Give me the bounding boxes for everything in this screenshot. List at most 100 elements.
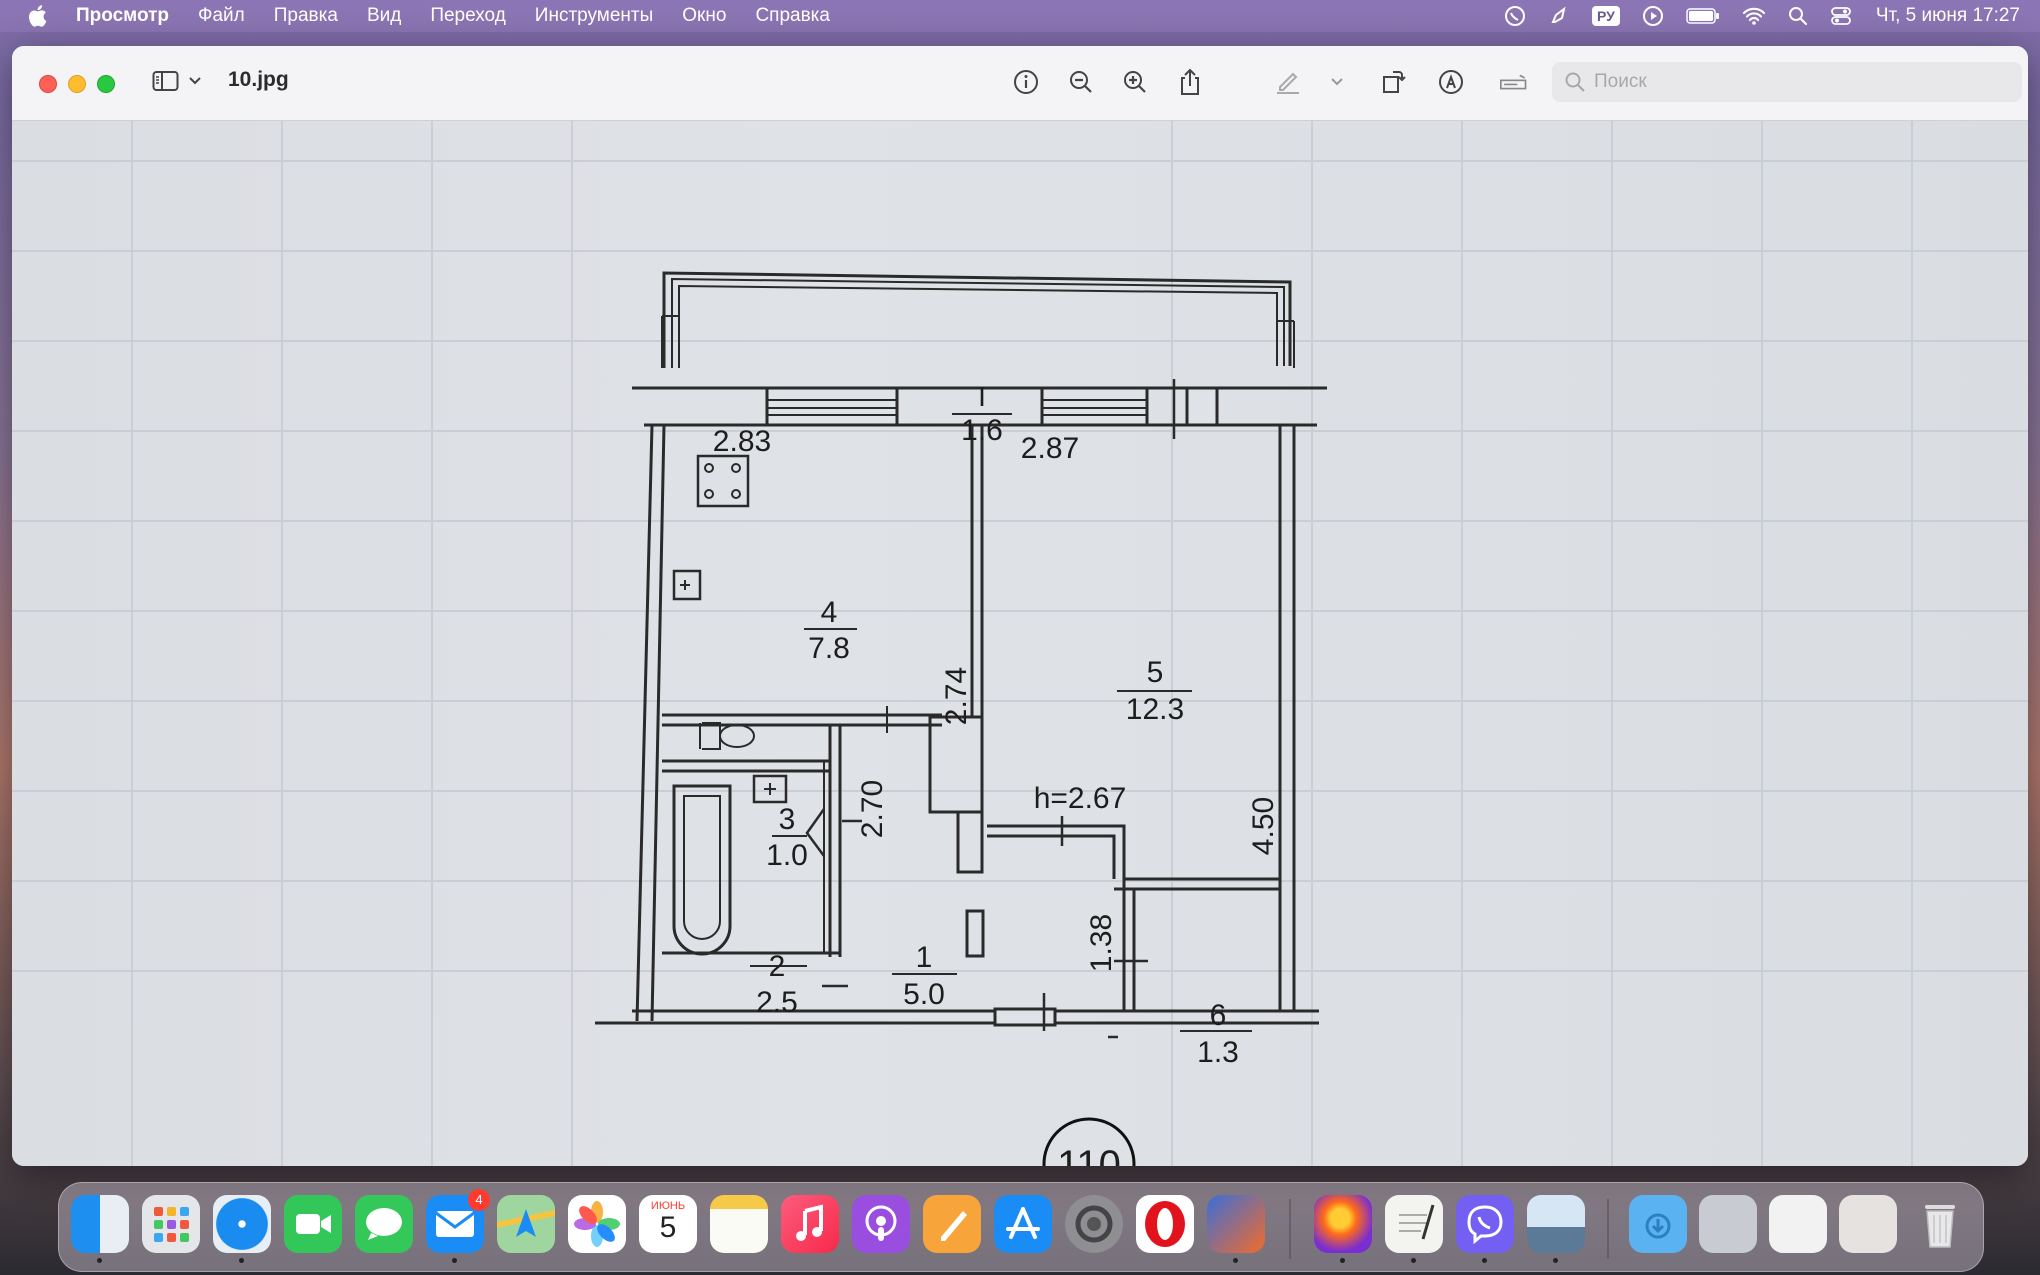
menu-bar: Просмотр Файл Правка Вид Переход Инструм… xyxy=(0,0,2040,32)
mail-dock-icon[interactable]: 4 xyxy=(426,1189,490,1253)
recent-document-thumbnail-2[interactable] xyxy=(1769,1195,1827,1253)
chevron-down-icon xyxy=(1331,78,1343,86)
recent-document-thumbnail-3[interactable] xyxy=(1839,1195,1897,1253)
menu-edit[interactable]: Правка xyxy=(274,5,338,27)
podcasts-dock-icon[interactable] xyxy=(852,1195,910,1253)
battery-icon[interactable] xyxy=(1686,7,1720,25)
share-button[interactable] xyxy=(1176,68,1204,96)
menu-go[interactable]: Переход xyxy=(430,5,505,27)
apartment-number: 110 xyxy=(1057,1143,1121,1166)
mail-badge: 4 xyxy=(468,1189,490,1211)
control-center-icon[interactable] xyxy=(1830,5,1852,27)
window-toolbar: 10.jpg xyxy=(12,46,2028,121)
annotate-button[interactable] xyxy=(1437,68,1465,96)
balcony-number: I xyxy=(978,381,986,412)
zoom-in-button[interactable] xyxy=(1121,68,1149,96)
share-icon xyxy=(1181,68,1199,95)
recent-document-thumbnail-1[interactable] xyxy=(1699,1195,1757,1253)
room-4-number: 4 xyxy=(821,596,838,629)
room-5-area: 12.3 xyxy=(1126,693,1184,726)
zoom-out-button[interactable] xyxy=(1067,68,1095,96)
preview-dock-icon[interactable] xyxy=(1527,1195,1585,1253)
opera-dock-icon[interactable] xyxy=(1136,1195,1194,1253)
spotlight-search-icon[interactable] xyxy=(1788,6,1808,26)
wifi-icon[interactable] xyxy=(1742,6,1766,26)
info-button[interactable] xyxy=(1012,68,1040,96)
messages-dock-icon[interactable] xyxy=(355,1195,413,1253)
pages-dock-icon[interactable] xyxy=(923,1195,981,1253)
input-source-indicator[interactable]: РУ xyxy=(1591,6,1620,26)
rocket-app-dock-icon[interactable] xyxy=(1207,1195,1265,1253)
menu-app-name[interactable]: Просмотр xyxy=(76,5,169,27)
menu-help[interactable]: Справка xyxy=(755,5,830,27)
balcony-area: 1.6 xyxy=(961,414,1003,447)
menu-file[interactable]: Файл xyxy=(198,5,245,27)
dock-separator xyxy=(1289,1199,1291,1259)
document-title: 10.jpg xyxy=(228,68,289,91)
apple-icon[interactable] xyxy=(28,4,50,28)
menu-view[interactable]: Вид xyxy=(367,5,401,27)
signature-button[interactable] xyxy=(1500,68,1528,96)
dock-separator xyxy=(1607,1199,1609,1259)
sidebar-toggle-button[interactable] xyxy=(152,70,202,92)
zoom-window-button[interactable] xyxy=(97,75,115,93)
dimension-2-74: 2.74 xyxy=(940,667,973,725)
textedit-dock-icon[interactable] xyxy=(1385,1195,1443,1253)
search-field[interactable] xyxy=(1552,62,2022,102)
markup-icon xyxy=(1439,70,1463,94)
launchpad-dock-icon[interactable] xyxy=(142,1195,200,1253)
zoom-out-icon xyxy=(1070,71,1092,93)
safari-dock-icon[interactable] xyxy=(213,1195,271,1253)
menu-tools[interactable]: Инструменты xyxy=(535,5,653,27)
notes-dock-icon[interactable] xyxy=(710,1195,768,1253)
room-5-number: 5 xyxy=(1147,656,1164,689)
stove-icon xyxy=(696,454,750,508)
room-3-number: 3 xyxy=(779,803,796,836)
toilet-icon xyxy=(719,724,755,748)
dimension-2-83: 2.83 xyxy=(713,425,771,458)
running-indicator xyxy=(1233,1258,1238,1263)
menu-clock[interactable]: Чт, 5 июня 17:27 xyxy=(1876,5,2020,27)
trash-dock-icon[interactable] xyxy=(1911,1195,1969,1253)
app-store-dock-icon[interactable] xyxy=(994,1195,1052,1253)
viber-dock-icon[interactable] xyxy=(1456,1195,1514,1253)
room-6-number: 6 xyxy=(1210,999,1227,1032)
photos-dock-icon[interactable] xyxy=(568,1195,626,1253)
running-indicator xyxy=(452,1258,457,1263)
bathtub-icon xyxy=(672,784,732,956)
menu-window[interactable]: Окно xyxy=(682,5,726,27)
rotate-button[interactable] xyxy=(1379,68,1407,96)
finder-dock-icon[interactable] xyxy=(71,1195,129,1253)
search-input[interactable] xyxy=(1592,70,1996,94)
ceiling-height: h=2.67 xyxy=(1034,782,1127,815)
running-indicator xyxy=(1553,1258,1558,1263)
document-image: I 1.6 4 7.8 5 12.3 3 1.0 2 2.5 1 5.0 6 1… xyxy=(12,121,2028,1166)
facetime-dock-icon[interactable] xyxy=(284,1195,342,1253)
sidebar-icon xyxy=(152,71,179,91)
viber-status-icon[interactable] xyxy=(1504,5,1526,27)
room-3-area: 1.0 xyxy=(766,839,808,872)
minimize-window-button[interactable] xyxy=(68,75,86,93)
running-indicator xyxy=(1340,1258,1345,1263)
music-dock-icon[interactable] xyxy=(781,1195,839,1253)
maps-dock-icon[interactable] xyxy=(496,1195,556,1253)
downloads-folder-dock-icon[interactable] xyxy=(1629,1195,1687,1253)
room-1-area: 5.0 xyxy=(903,978,945,1011)
room-1-number: 1 xyxy=(916,941,933,974)
rocket-status-icon[interactable] xyxy=(1548,5,1570,27)
markup-pen-button[interactable] xyxy=(1274,68,1302,96)
calendar-dock-icon[interactable]: ИЮНЬ 5 xyxy=(639,1195,697,1253)
info-icon xyxy=(1014,70,1038,94)
dimension-2-87: 2.87 xyxy=(1021,432,1079,465)
firefox-dock-icon[interactable] xyxy=(1314,1195,1372,1253)
rotate-icon xyxy=(1383,71,1406,93)
close-window-button[interactable] xyxy=(39,75,57,93)
room-2-area: 2.5 xyxy=(756,986,798,1019)
system-settings-dock-icon[interactable] xyxy=(1065,1195,1123,1253)
play-status-icon[interactable] xyxy=(1642,5,1664,27)
running-indicator xyxy=(239,1258,244,1263)
room-4-area: 7.8 xyxy=(808,632,850,665)
dimension-1-38: 1.38 xyxy=(1085,914,1118,972)
markup-options-button[interactable] xyxy=(1323,68,1351,96)
zoom-in-icon xyxy=(1124,71,1146,93)
